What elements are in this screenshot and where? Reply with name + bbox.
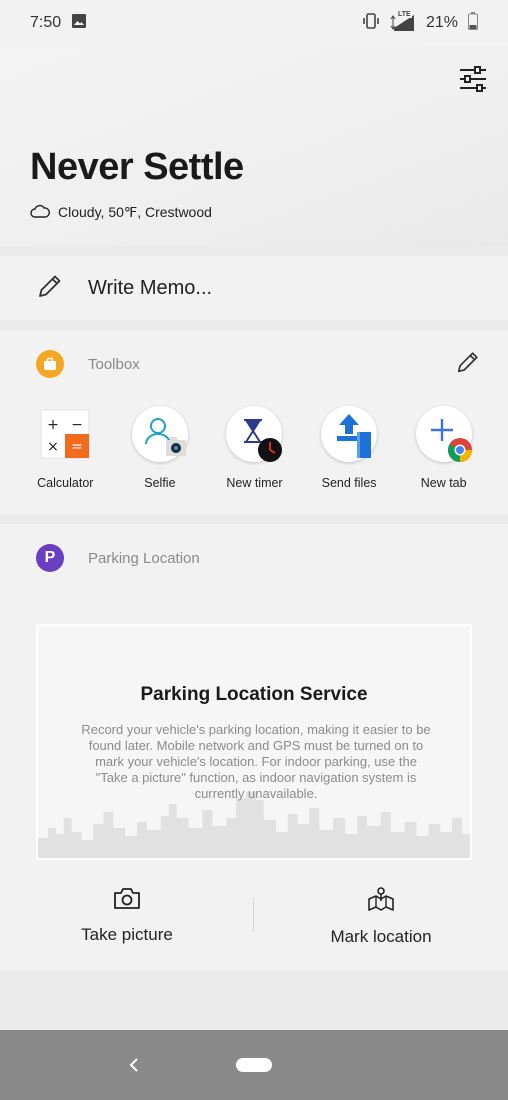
tool-label: New timer [226,476,283,490]
edit-toolbox-button[interactable] [454,350,482,378]
tool-label: Send files [321,476,377,490]
calc-plus: + [47,417,59,433]
navigation-bar [0,1030,508,1100]
selfie-camera-icon [131,406,188,462]
pencil-icon [36,272,64,305]
hourglass-icon [226,406,283,462]
settings-sliders-icon[interactable] [458,64,488,94]
tool-calculator[interactable]: + − × = Calculator [18,406,113,490]
write-memo-card[interactable]: Write Memo... [0,256,508,320]
service-title: Parking Location Service [140,684,368,705]
take-picture-label: Take picture [81,925,173,944]
parking-p-icon: P [36,544,64,572]
parking-location-card: P Parking Location Parking Location Serv… [0,524,508,970]
cloud-icon [30,204,51,221]
lte-label: LTE [396,11,412,18]
lte-signal-icon: LTE [390,11,416,32]
upload-icon [321,406,378,462]
calc-times: × [47,439,59,455]
parking-service-info: Parking Location Service Record your veh… [36,624,472,860]
calc-minus: − [71,417,83,433]
pencil-icon [455,349,481,380]
calculator-icon: + − × = [37,406,93,462]
battery-percent: 21% [425,14,458,31]
parking-badge-letter: P [44,549,56,566]
header: Never Settle Cloudy, 50℉, Crestwood [0,46,508,246]
tool-new-tab[interactable]: New tab [396,406,491,490]
service-description: Record your vehicle's parking location, … [81,722,431,801]
home-pill-icon[interactable] [236,1058,272,1072]
chrome-plus-icon [415,406,472,462]
toolbox-card: Toolbox + − × = Calculator Selfie New ti… [0,330,508,514]
tool-label: Calculator [37,476,94,490]
action-divider [253,898,254,932]
battery-icon [468,11,478,35]
take-picture-button[interactable]: Take picture [0,886,254,956]
image-icon [71,13,87,34]
status-time: 7:50 [30,14,62,31]
parking-title: Parking Location [88,549,200,567]
tool-label: Selfie [144,476,176,490]
back-chevron-icon[interactable] [124,1054,144,1076]
weather-info: Cloudy, 50℉, Crestwood [30,204,212,221]
weather-text: Cloudy, 50℉, Crestwood [58,204,212,220]
mark-location-label: Mark location [330,927,432,946]
status-bar: 7:50 LTE 21% [0,0,508,46]
page-title: Never Settle [30,146,244,188]
mark-location-button[interactable]: Mark location [254,886,508,956]
tool-send-files[interactable]: Send files [302,406,397,490]
tool-label: New tab [420,476,467,490]
map-pin-icon [367,886,395,917]
toolbox-bag-icon [36,350,64,378]
camera-icon [113,886,141,915]
tool-selfie[interactable]: Selfie [113,406,208,490]
toolbox-title: Toolbox [88,355,140,373]
tool-new-timer[interactable]: New timer [207,406,302,490]
vibrate-icon [362,12,380,35]
write-memo-label: Write Memo... [88,276,213,299]
calc-equals: = [71,439,83,455]
